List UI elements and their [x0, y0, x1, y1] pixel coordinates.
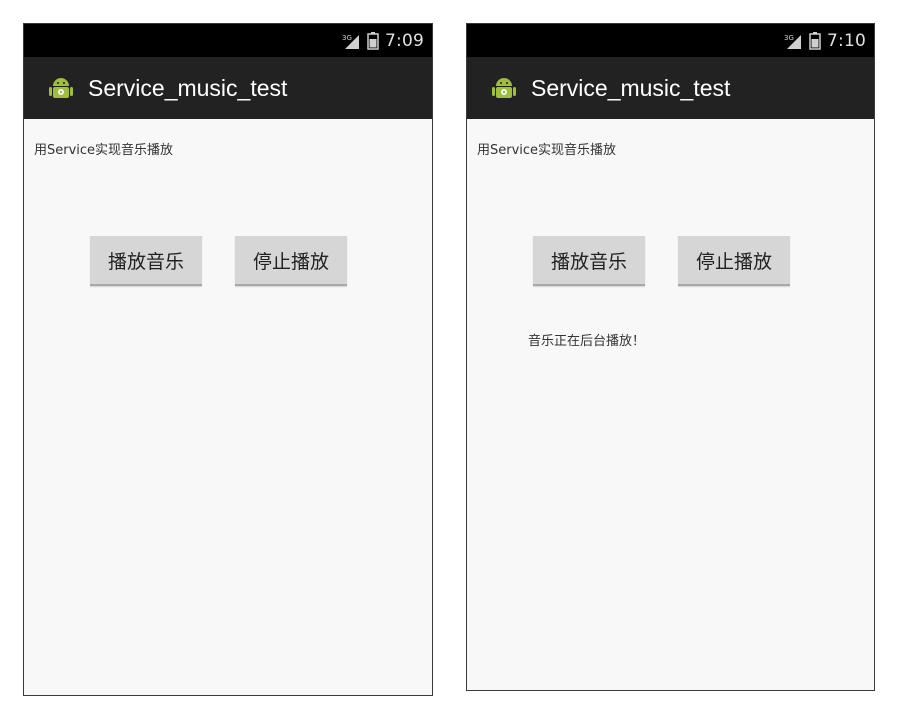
status-time: 7:09 — [385, 31, 424, 51]
intro-text: 用Service实现音乐播放 — [34, 143, 174, 158]
stop-music-button[interactable]: 停止播放 — [235, 236, 347, 286]
app-title: Service_music_test — [88, 74, 288, 101]
status-icons: 3G 7:10 — [783, 30, 866, 52]
play-music-button[interactable]: 播放音乐 — [90, 236, 202, 286]
signal-icon: 3G — [341, 32, 361, 50]
android-app-icon — [489, 73, 519, 103]
status-bar: 3G 7:09 — [24, 24, 432, 57]
play-music-button[interactable]: 播放音乐 — [533, 236, 645, 286]
signal-type-label: 3G — [784, 34, 794, 42]
intro-text: 用Service实现音乐播放 — [477, 143, 617, 158]
battery-icon — [809, 32, 821, 50]
status-time: 7:10 — [827, 31, 866, 51]
android-app-icon — [46, 73, 76, 103]
app-title: Service_music_test — [531, 74, 731, 101]
phone-screen-left: 3G 7:09 Service_music_test 用Service实现音乐播… — [23, 23, 433, 696]
main-content: 用Service实现音乐播放 播放音乐 停止播放 — [24, 119, 432, 695]
stop-music-button[interactable]: 停止播放 — [678, 236, 790, 286]
playback-status-message: 音乐正在后台播放！ — [528, 334, 646, 349]
main-content: 用Service实现音乐播放 播放音乐 停止播放 音乐正在后台播放！ — [467, 119, 874, 690]
phone-screen-right: 3G 7:10 Service_music_test 用Service实现音乐播… — [466, 23, 875, 691]
signal-icon: 3G — [783, 32, 803, 50]
signal-type-label: 3G — [342, 34, 352, 42]
battery-icon — [367, 32, 379, 50]
status-icons: 3G 7:09 — [341, 30, 424, 52]
action-bar: Service_music_test — [24, 57, 432, 119]
action-bar: Service_music_test — [467, 57, 874, 119]
status-bar: 3G 7:10 — [467, 24, 874, 57]
